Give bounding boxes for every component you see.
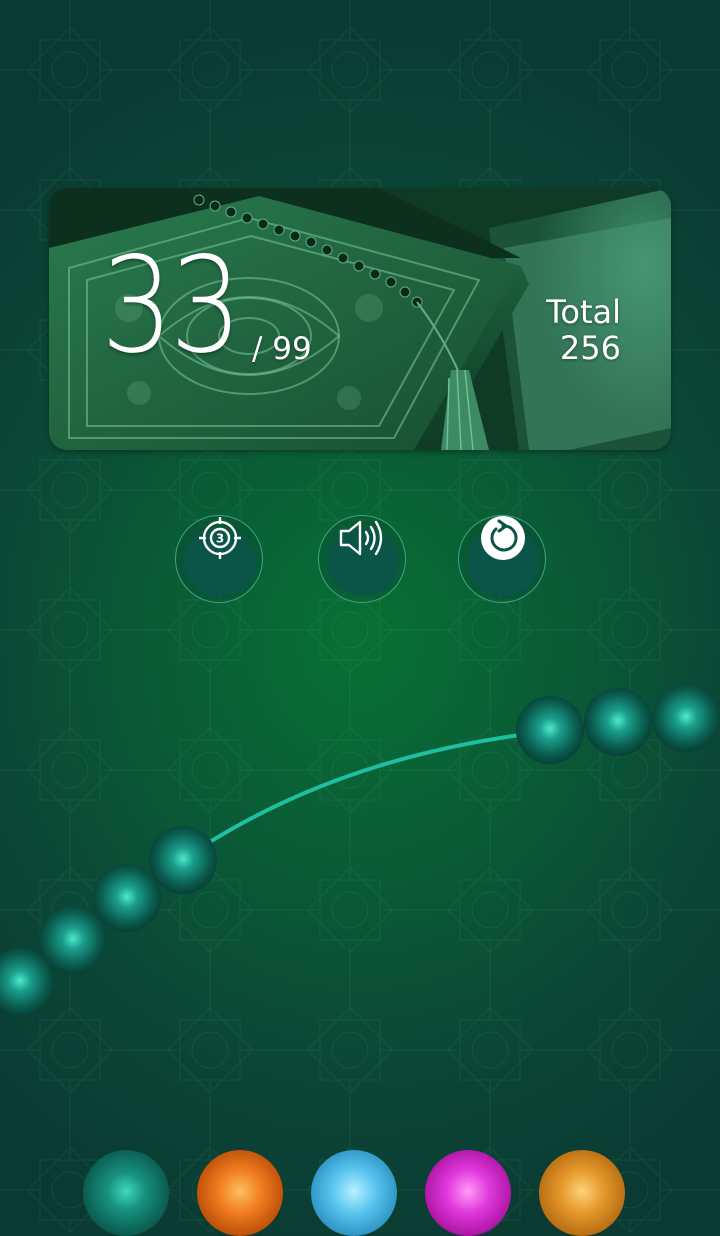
bead-string[interactable] bbox=[0, 0, 720, 1232]
bead[interactable] bbox=[516, 696, 584, 764]
bead-color-amber[interactable] bbox=[539, 1150, 625, 1236]
bead[interactable] bbox=[93, 864, 161, 932]
bead[interactable] bbox=[39, 906, 107, 974]
bead[interactable] bbox=[149, 826, 217, 894]
bead-color-orange[interactable] bbox=[197, 1150, 283, 1236]
bead-color-teal[interactable] bbox=[83, 1150, 169, 1236]
bead-color-blue[interactable] bbox=[311, 1150, 397, 1236]
bead[interactable] bbox=[652, 684, 720, 752]
thread bbox=[203, 733, 521, 847]
bead[interactable] bbox=[584, 688, 652, 756]
bead-color-pink[interactable] bbox=[425, 1150, 511, 1236]
